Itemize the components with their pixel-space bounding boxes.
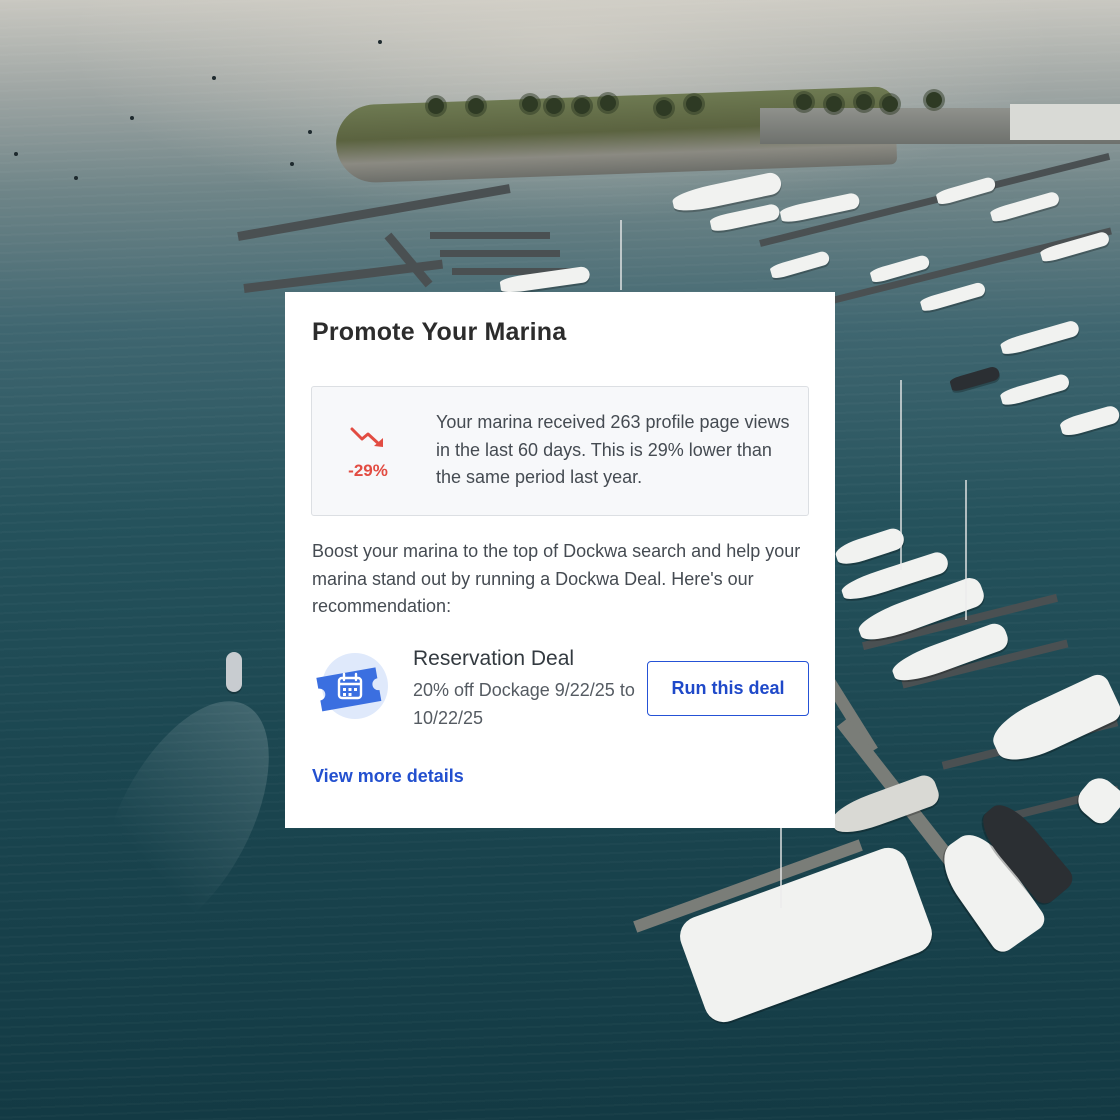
deal-description: 20% off Dockage 9/22/25 to 10/22/25 (413, 680, 635, 728)
run-deal-button[interactable]: Run this deal (647, 661, 809, 716)
view-more-details-link[interactable]: View more details (312, 766, 464, 787)
calendar-ticket-icon (313, 652, 391, 724)
trend-percent: -29% (348, 461, 388, 480)
deal-title: Reservation Deal (413, 647, 575, 670)
harbor-building (1010, 104, 1120, 140)
trend-indicator: -29% (312, 387, 424, 517)
card-title: Promote Your Marina (312, 318, 567, 346)
boost-description: Boost your marina to the top of Dockwa s… (312, 541, 801, 616)
profile-views-text: Your marina received 263 profile page vi… (436, 412, 790, 487)
promote-marina-card: Promote Your Marina -29% Your marina rec… (285, 292, 835, 828)
profile-views-stat-box: -29% Your marina received 263 profile pa… (311, 386, 809, 516)
trending-down-icon (350, 425, 390, 451)
